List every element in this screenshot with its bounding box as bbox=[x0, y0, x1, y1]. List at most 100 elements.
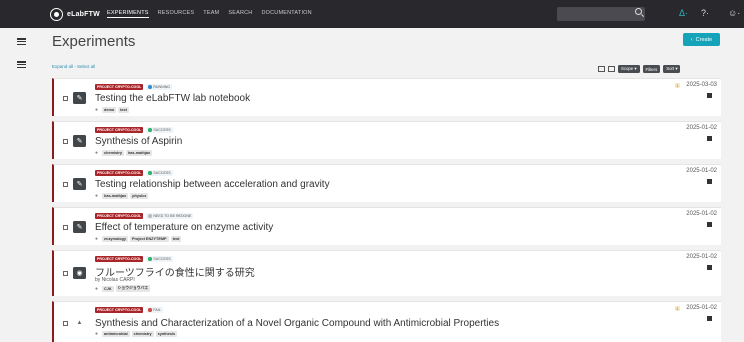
search-input[interactable] bbox=[557, 7, 645, 21]
tag[interactable]: demo bbox=[102, 107, 117, 113]
status-label: RUNNING bbox=[153, 85, 171, 89]
search-icon[interactable] bbox=[635, 8, 642, 15]
experiment-title[interactable]: Synthesis and Characterization of a Nove… bbox=[95, 318, 499, 329]
list-layout-icon[interactable] bbox=[598, 66, 605, 72]
create-label: Create bbox=[695, 36, 713, 43]
lock-count-badge: 1 bbox=[674, 306, 680, 311]
brand-link[interactable]: eLabFTW bbox=[50, 7, 100, 21]
category-badge[interactable]: PROJECT CRYPTO-COOL bbox=[95, 127, 144, 133]
row-checkbox[interactable] bbox=[63, 139, 68, 144]
entry-menu-icon[interactable] bbox=[707, 265, 712, 270]
entry-date: 2025-01-02 bbox=[686, 125, 717, 131]
edit-icon[interactable]: ✎ bbox=[73, 178, 86, 190]
list-view-icon[interactable] bbox=[17, 61, 26, 69]
nav-experiments[interactable]: EXPERIMENTS bbox=[107, 10, 149, 18]
experiment-row[interactable]: ◉ PROJECT CRYPTO-COOL SUCCESS フルーツフライの食性… bbox=[52, 250, 721, 296]
experiment-title[interactable]: Effect of temperature on enzyme activity bbox=[95, 222, 273, 233]
list-toolbar: Scope ▾ Filters Sort ▾ bbox=[598, 65, 681, 73]
nav-search[interactable]: SEARCH bbox=[228, 10, 252, 18]
experiment-row[interactable]: ✎ PROJECT CRYPTO-COOL RUNNING Testing th… bbox=[52, 78, 721, 116]
status-badge: SUCCESS bbox=[146, 256, 173, 262]
experiment-row[interactable]: ✎ PROJECT CRYPTO-COOL NEED TO BE REDONE … bbox=[52, 207, 721, 245]
experiment-row[interactable]: ✎ PROJECT CRYPTO-COOL SUCCESS Testing re… bbox=[52, 164, 721, 202]
entry-menu-icon[interactable] bbox=[707, 179, 712, 184]
category-badge[interactable]: PROJECT CRYPTO-COOL bbox=[95, 213, 144, 219]
entry-author: by Nicolas CARPI bbox=[95, 277, 135, 283]
nav-documentation[interactable]: DOCUMENTATION bbox=[261, 10, 311, 18]
status-badge: FAIL bbox=[146, 307, 163, 313]
brand-name: eLabFTW bbox=[67, 10, 100, 18]
experiment-title[interactable]: Testing the eLabFTW lab notebook bbox=[95, 93, 250, 104]
tag[interactable]: Project ENZYTEMP bbox=[129, 236, 169, 242]
status-label: FAIL bbox=[153, 308, 161, 312]
row-checkbox[interactable] bbox=[63, 182, 68, 187]
tag[interactable]: test bbox=[170, 236, 182, 242]
category-badge[interactable]: PROJECT CRYPTO-COOL bbox=[95, 307, 144, 313]
tag[interactable]: ショウジョウバエ bbox=[115, 285, 151, 292]
tag[interactable]: has-mathjax bbox=[125, 150, 153, 156]
tag[interactable]: chemistry bbox=[102, 150, 124, 156]
experiment-row[interactable]: ▲ PROJECT CRYPTO-COOL FAIL Synthesis and… bbox=[52, 301, 721, 342]
tag[interactable]: test bbox=[118, 107, 129, 113]
expand-select-all-link[interactable]: Expand all - Select all bbox=[52, 64, 95, 69]
tag-icon: ● bbox=[95, 107, 99, 113]
entry-date: 2025-01-02 bbox=[686, 168, 717, 174]
tag[interactable]: physics bbox=[130, 193, 149, 199]
scope-button[interactable]: Scope ▾ bbox=[618, 65, 640, 73]
status-dot-icon bbox=[148, 214, 152, 218]
entry-menu-icon[interactable] bbox=[707, 136, 712, 141]
help-icon[interactable]: ?· bbox=[701, 8, 709, 18]
experiment-title[interactable]: Synthesis of Aspirin bbox=[95, 136, 182, 147]
main-nav: EXPERIMENTS RESOURCES TEAM SEARCH DOCUME… bbox=[107, 10, 312, 18]
notification-bell-icon[interactable]: Δ· bbox=[679, 8, 688, 18]
tag[interactable]: has-mathjax bbox=[102, 193, 129, 199]
entry-date: 2025-01-02 bbox=[686, 254, 717, 260]
category-badge[interactable]: PROJECT CRYPTO-COOL bbox=[95, 256, 144, 262]
status-label: NEED TO BE REDONE bbox=[153, 214, 192, 218]
experiment-title[interactable]: Testing relationship between acceleratio… bbox=[95, 179, 330, 190]
tag[interactable]: synthesis bbox=[155, 331, 178, 337]
nav-resources[interactable]: RESOURCES bbox=[158, 10, 195, 18]
filters-button[interactable]: Filters bbox=[642, 65, 661, 73]
lock-count-badge: 1 bbox=[674, 83, 680, 88]
create-button[interactable]: ‹ Create bbox=[683, 33, 720, 46]
entry-menu-icon[interactable] bbox=[707, 222, 712, 227]
status-badge: NEED TO BE REDONE bbox=[146, 213, 194, 219]
tag-icon: ● bbox=[95, 285, 99, 292]
tag-icon: ● bbox=[95, 331, 99, 337]
sidebar-toggle-icon[interactable] bbox=[17, 38, 26, 46]
tag[interactable]: enzymology bbox=[102, 236, 128, 242]
elabftw-logo-icon bbox=[50, 7, 63, 21]
page-title: Experiments bbox=[52, 33, 136, 50]
row-checkbox[interactable] bbox=[63, 96, 68, 101]
status-label: SUCCESS bbox=[153, 128, 171, 132]
status-dot-icon bbox=[148, 85, 152, 89]
chevron-left-icon: ‹ bbox=[690, 36, 693, 43]
entry-menu-icon[interactable] bbox=[707, 93, 712, 98]
top-navbar: eLabFTW EXPERIMENTS RESOURCES TEAM SEARC… bbox=[0, 0, 744, 28]
tag[interactable]: chemistry bbox=[131, 331, 154, 337]
category-badge[interactable]: PROJECT CRYPTO-COOL bbox=[95, 170, 144, 176]
user-menu-icon[interactable]: ☺· bbox=[728, 8, 740, 18]
entry-date: 2025-01-02 bbox=[686, 211, 717, 217]
category-badge[interactable]: PROJECT CRYPTO-COOL bbox=[95, 84, 144, 90]
view-eye-icon[interactable]: ◉ bbox=[73, 267, 86, 279]
table-layout-icon[interactable] bbox=[608, 66, 615, 72]
row-checkbox[interactable] bbox=[63, 271, 68, 276]
sort-button[interactable]: Sort ▾ bbox=[663, 65, 681, 73]
tag-icon: ● bbox=[95, 236, 99, 242]
experiment-row[interactable]: ✎ PROJECT CRYPTO-COOL SUCCESS Synthesis … bbox=[52, 121, 721, 159]
entry-menu-icon[interactable] bbox=[707, 316, 712, 321]
status-dot-icon bbox=[148, 308, 152, 312]
tag[interactable]: CJK bbox=[102, 285, 114, 292]
row-checkbox[interactable] bbox=[63, 225, 68, 230]
edit-icon[interactable]: ✎ bbox=[73, 92, 86, 104]
status-label: SUCCESS bbox=[153, 171, 171, 175]
edit-icon[interactable]: ✎ bbox=[73, 221, 86, 233]
edit-icon[interactable]: ✎ bbox=[73, 135, 86, 147]
tag-icon: ● bbox=[95, 193, 99, 199]
nav-team[interactable]: TEAM bbox=[203, 10, 219, 18]
tag[interactable]: antimicrobial bbox=[102, 331, 130, 337]
row-checkbox[interactable] bbox=[63, 321, 68, 326]
lock-icon[interactable]: ▲ bbox=[73, 317, 86, 329]
